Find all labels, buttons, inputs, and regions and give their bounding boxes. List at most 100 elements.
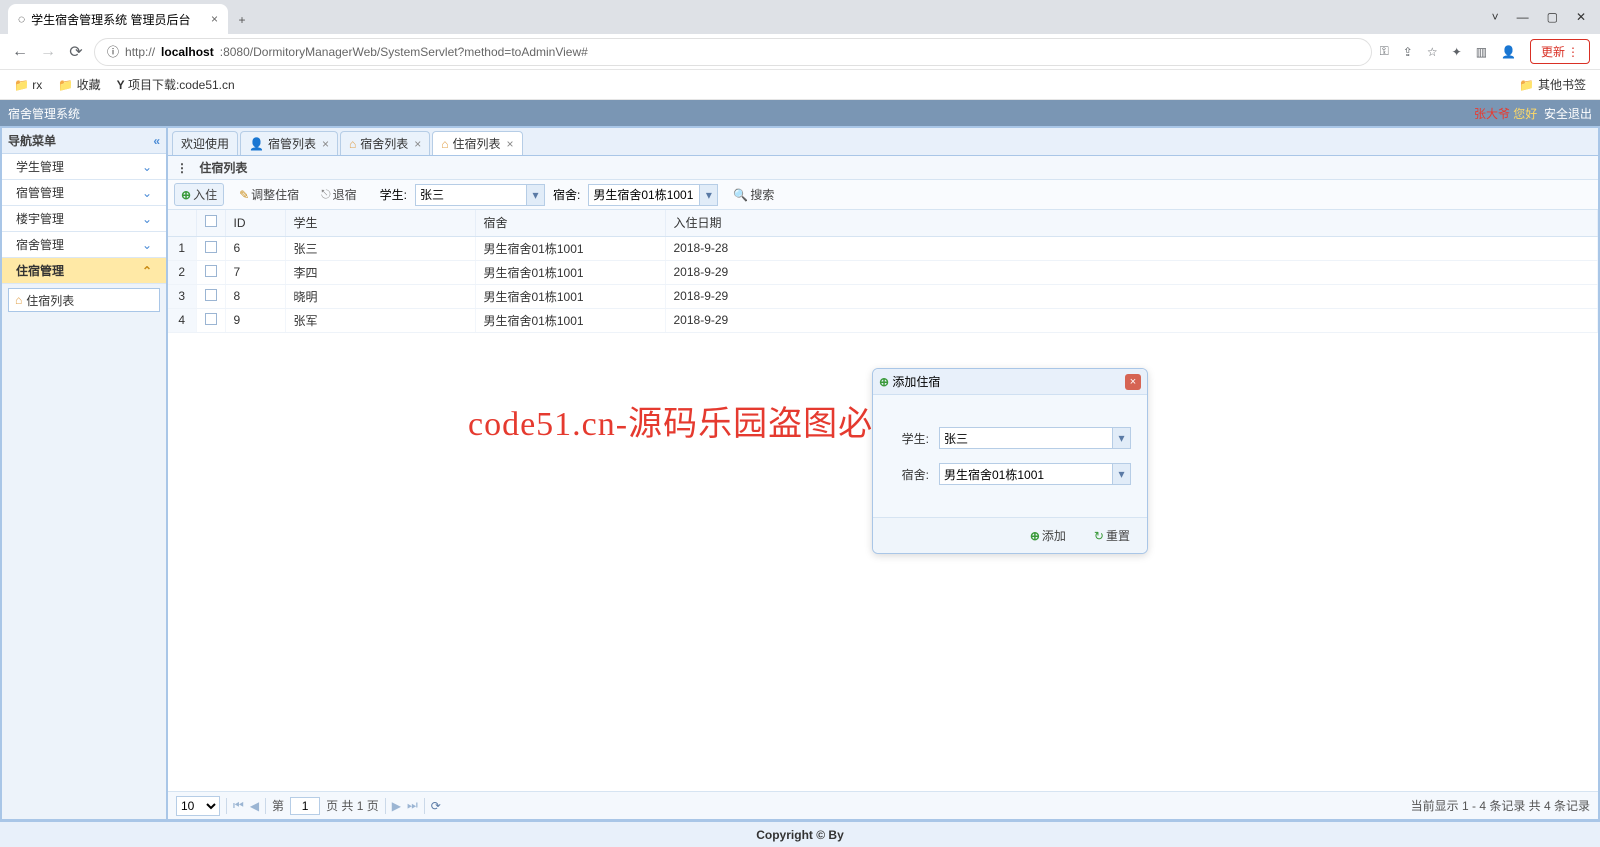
cell-student: 张军: [285, 308, 475, 332]
collapse-icon[interactable]: «: [153, 134, 160, 148]
student-combo[interactable]: 张三▾: [415, 184, 545, 206]
menu-live[interactable]: 住宿管理⌃: [2, 258, 166, 284]
dialog-header[interactable]: ⊕ 添加住宿 ×: [873, 369, 1147, 395]
refresh-icon[interactable]: ⟳: [431, 799, 441, 813]
exit-icon: ⎋: [321, 187, 331, 202]
footer: Copyright © By: [0, 821, 1600, 847]
data-table: ID 学生 宿舍 入住日期 16张三男生宿舍01栋10012018-9-2827…: [168, 210, 1598, 333]
content-tabs: 欢迎使用 👤宿管列表× ⌂宿舍列表× ⌂住宿列表×: [168, 128, 1598, 156]
table-row[interactable]: 16张三男生宿舍01栋10012018-9-28: [168, 236, 1598, 260]
new-tab-button[interactable]: +: [228, 6, 256, 34]
bookmark-item[interactable]: 📁 rx: [14, 78, 42, 92]
dlg-dorm-combo[interactable]: 男生宿舍01栋1001▾: [939, 463, 1131, 485]
other-bookmarks[interactable]: 📁 其他书签: [1519, 76, 1586, 93]
row-checkbox[interactable]: [196, 236, 225, 260]
url-input[interactable]: ⓘ http://localhost:8080/DormitoryManager…: [94, 38, 1372, 66]
greeting: 您好: [1513, 107, 1537, 121]
bookmark-item[interactable]: 📁 收藏: [58, 76, 100, 93]
update-button[interactable]: 更新⋮: [1530, 39, 1590, 64]
cell-date: 2018-9-29: [665, 284, 1598, 308]
globe-icon: ◌: [18, 12, 25, 26]
content-area: 欢迎使用 👤宿管列表× ⌂宿舍列表× ⌂住宿列表× ⋮ 住宿列表 ⊕入住 ✎调整…: [167, 127, 1599, 820]
student-label: 学生:: [380, 186, 407, 203]
window-close-icon[interactable]: ✕: [1576, 10, 1586, 24]
row-checkbox[interactable]: [196, 308, 225, 332]
cell-date: 2018-9-29: [665, 260, 1598, 284]
tab-live[interactable]: ⌂住宿列表×: [432, 131, 522, 155]
tab-managers[interactable]: 👤宿管列表×: [240, 131, 338, 155]
menu-student[interactable]: 学生管理⌄: [2, 154, 166, 180]
logout-link[interactable]: 安全退出: [1544, 107, 1592, 121]
maximize-icon[interactable]: ▢: [1547, 10, 1558, 24]
tab-dorms[interactable]: ⌂宿舍列表×: [340, 131, 430, 155]
cell-id: 6: [225, 236, 285, 260]
pager: 10 ⏮ ◀ 第 页 共 1 页 ▶ ⏭ ⟳ 当前显示 1 - 4 条记录 共 …: [168, 791, 1598, 819]
page-input[interactable]: [290, 797, 320, 815]
chevron-down-icon[interactable]: ˅: [1492, 10, 1499, 24]
menu-dorm[interactable]: 宿舍管理⌄: [2, 232, 166, 258]
submenu-live-list[interactable]: ⌂住宿列表: [8, 288, 160, 312]
close-icon[interactable]: ×: [414, 137, 421, 151]
profile-icon[interactable]: 👤: [1501, 45, 1516, 59]
search-button[interactable]: 🔍搜索: [726, 183, 781, 206]
prev-page-icon[interactable]: ◀: [250, 799, 259, 813]
menu-manager[interactable]: 宿管管理⌄: [2, 180, 166, 206]
chevron-down-icon: ⌄: [142, 238, 152, 252]
sidebar-title: 导航菜单 «: [2, 128, 166, 154]
app-header: 宿舍管理系统 张大爷 您好 安全退出: [0, 100, 1600, 126]
close-icon[interactable]: ×: [211, 12, 218, 26]
cell-student: 李四: [285, 260, 475, 284]
table-row[interactable]: 49张军男生宿舍01栋10012018-9-29: [168, 308, 1598, 332]
checkin-button[interactable]: ⊕入住: [174, 183, 224, 206]
reload-icon[interactable]: ⟳: [66, 42, 86, 62]
forward-icon[interactable]: →: [38, 43, 58, 61]
chevron-down-icon: ▾: [526, 185, 544, 205]
dorm-combo[interactable]: 男生宿舍01栋1001▾: [588, 184, 718, 206]
row-number: 2: [168, 260, 196, 284]
dlg-student-combo[interactable]: 张三▾: [939, 427, 1131, 449]
share-icon[interactable]: ⇪: [1403, 45, 1413, 59]
dialog-reset-button[interactable]: ↻重置: [1087, 524, 1137, 547]
cell-dorm: 男生宿舍01栋1001: [475, 308, 665, 332]
close-icon[interactable]: ×: [322, 137, 329, 151]
back-icon[interactable]: ←: [10, 43, 30, 61]
adjust-button[interactable]: ✎调整住宿: [232, 183, 306, 206]
app-title: 宿舍管理系统: [8, 105, 80, 122]
page-size-select[interactable]: 10: [176, 796, 220, 816]
address-bar: ← → ⟳ ⓘ http://localhost:8080/DormitoryM…: [0, 34, 1600, 70]
col-student[interactable]: 学生: [285, 210, 475, 236]
sidebar: 导航菜单 « 学生管理⌄ 宿管管理⌄ 楼宇管理⌄ 宿舍管理⌄ 住宿管理⌃ ⌂住宿…: [1, 127, 167, 820]
row-checkbox[interactable]: [196, 284, 225, 308]
cell-student: 晓明: [285, 284, 475, 308]
dialog-close-icon[interactable]: ×: [1125, 374, 1141, 390]
chevron-down-icon: ⌄: [142, 160, 152, 174]
dlg-dorm-label: 宿舍:: [889, 466, 929, 483]
plus-icon: ⊕: [1030, 529, 1040, 543]
panel-header: ⋮ 住宿列表: [168, 156, 1598, 180]
col-date[interactable]: 入住日期: [665, 210, 1598, 236]
col-id[interactable]: ID: [225, 210, 285, 236]
minimize-icon[interactable]: —: [1517, 10, 1529, 24]
bookmark-item[interactable]: Y 项目下载:code51.cn: [117, 76, 235, 93]
extensions-icon[interactable]: ✦: [1452, 45, 1462, 59]
chevron-down-icon: ▾: [1112, 464, 1130, 484]
close-icon[interactable]: ×: [507, 137, 514, 151]
col-checkbox[interactable]: [196, 210, 225, 236]
dialog-add-button[interactable]: ⊕添加: [1023, 524, 1073, 547]
checkout-button[interactable]: ⎋退宿: [314, 183, 364, 206]
menu-building[interactable]: 楼宇管理⌄: [2, 206, 166, 232]
last-page-icon[interactable]: ⏭: [407, 798, 418, 813]
row-checkbox[interactable]: [196, 260, 225, 284]
table-row[interactable]: 38晓明男生宿舍01栋10012018-9-29: [168, 284, 1598, 308]
browser-tab[interactable]: ◌ 学生宿舍管理系统 管理员后台 ×: [8, 4, 228, 34]
table-row[interactable]: 27李四男生宿舍01栋10012018-9-29: [168, 260, 1598, 284]
next-page-icon[interactable]: ▶: [392, 799, 401, 813]
star-icon[interactable]: ☆: [1427, 45, 1438, 59]
panel-icon[interactable]: ▥: [1476, 45, 1487, 59]
row-number: 4: [168, 308, 196, 332]
col-dorm[interactable]: 宿舍: [475, 210, 665, 236]
tab-welcome[interactable]: 欢迎使用: [172, 131, 238, 155]
cell-date: 2018-9-28: [665, 236, 1598, 260]
first-page-icon[interactable]: ⏮: [233, 798, 244, 813]
key-icon[interactable]: ⚿: [1380, 44, 1389, 59]
